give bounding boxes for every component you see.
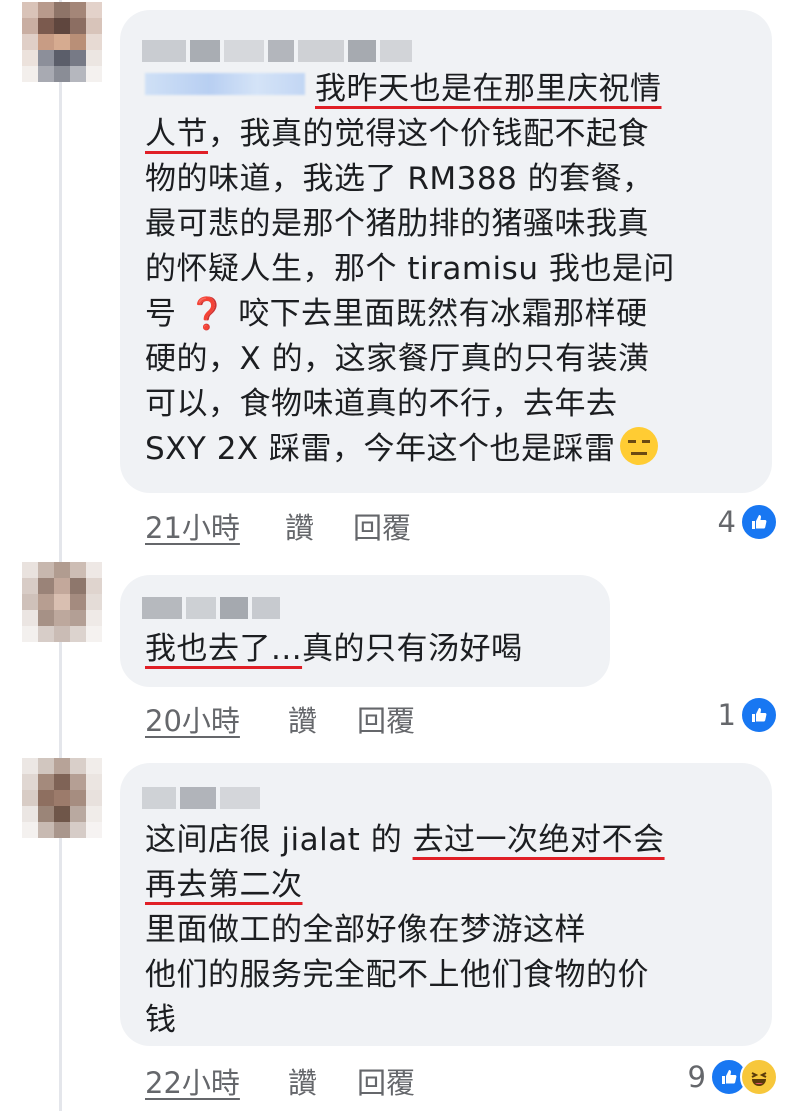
avatar[interactable] (22, 2, 102, 82)
thread-line (59, 0, 62, 1111)
author-name-redacted[interactable] (142, 40, 412, 62)
comment-bubble: 我昨天也是在那里庆祝情 人节，我真的觉得这个价钱配不起食 物的味道，我选了 RM… (120, 10, 772, 493)
comment-text-segment: 再去第二次 (145, 867, 303, 903)
mention-redacted[interactable] (145, 73, 305, 95)
comment-text-segment: ，我真的觉得这个价钱配不起食 (208, 116, 649, 152)
avatar[interactable] (22, 758, 102, 838)
author-name-redacted[interactable] (142, 597, 280, 619)
comment-text-line: 硬的，X 的，这家餐厅真的只有装潢 (145, 341, 650, 377)
like-button[interactable]: 讚 (285, 505, 314, 547)
comment-text-segment: 咬下去里面既然有冰霜那样硬 (238, 296, 648, 332)
comment-text-segment: 号 (145, 296, 177, 332)
comment-bubble: 我也去了...真的只有汤好喝 (120, 575, 610, 687)
reaction-count: 1 (717, 698, 736, 732)
comment-text-segment: 去过一次绝对不会 (412, 822, 665, 858)
comment-text-segment: 我昨天也是在那里庆祝情 (315, 71, 662, 107)
like-icon (740, 696, 778, 734)
comment-text-segment: SXY 2X 踩雷，今年这个也是踩雷 (145, 431, 616, 467)
comment-text: 这间店很 jialat 的 去过一次绝对不会 再去第二次 里面做工的全部好像在梦… (145, 818, 665, 1043)
comment-text-line: 的怀疑人生，那个 tiramisu 我也是问 (145, 251, 675, 287)
reaction-summary[interactable]: 1 (718, 695, 778, 735)
expressionless-face-emoji (619, 427, 658, 465)
author-name-redacted[interactable] (142, 787, 260, 809)
haha-icon (740, 1058, 778, 1096)
like-button[interactable]: 讚 (288, 1060, 317, 1102)
comment-text-line: 他们的服务完全配不上他们食物的价 (145, 957, 649, 993)
avatar[interactable] (22, 562, 102, 642)
like-icon (740, 503, 778, 541)
reaction-count: 9 (687, 1060, 706, 1094)
comment-text: 我昨天也是在那里庆祝情 人节，我真的觉得这个价钱配不起食 物的味道，我选了 RM… (145, 67, 675, 472)
reply-button[interactable]: 回覆 (353, 505, 411, 547)
comment-text-segment: 我也去了... (145, 631, 303, 667)
comment-text: 我也去了...真的只有汤好喝 (145, 627, 523, 672)
comment-text-line: 里面做工的全部好像在梦游这样 (145, 912, 586, 948)
comment-text-line: 物的味道，我选了 RM388 的套餐， (145, 161, 654, 197)
comment-bubble: 这间店很 jialat 的 去过一次绝对不会 再去第二次 里面做工的全部好像在梦… (120, 763, 772, 1046)
comment-text-line: 最可悲的是那个猪肋排的猪骚味我真 (145, 206, 649, 242)
reaction-count: 4 (717, 505, 736, 539)
reply-button[interactable]: 回覆 (357, 698, 415, 740)
comment-text-line: 钱 (145, 1002, 177, 1038)
timestamp-link[interactable]: 22小時 (145, 1060, 240, 1102)
comment-text-segment: 人节 (145, 116, 208, 152)
timestamp-link[interactable]: 20小時 (145, 698, 240, 740)
comment-text-line: 可以，食物味道真的不行，去年去 (145, 386, 618, 422)
question-mark-emoji: ❓ (176, 296, 239, 332)
reaction-summary[interactable]: 9 (688, 1057, 778, 1097)
reaction-summary[interactable]: 4 (718, 502, 778, 542)
comment-text-segment: 这间店很 jialat 的 (145, 822, 413, 858)
reply-button[interactable]: 回覆 (357, 1060, 415, 1102)
timestamp-link[interactable]: 21小時 (145, 505, 240, 547)
comment-text-segment: 真的只有汤好喝 (302, 631, 523, 667)
like-button[interactable]: 讚 (288, 698, 317, 740)
